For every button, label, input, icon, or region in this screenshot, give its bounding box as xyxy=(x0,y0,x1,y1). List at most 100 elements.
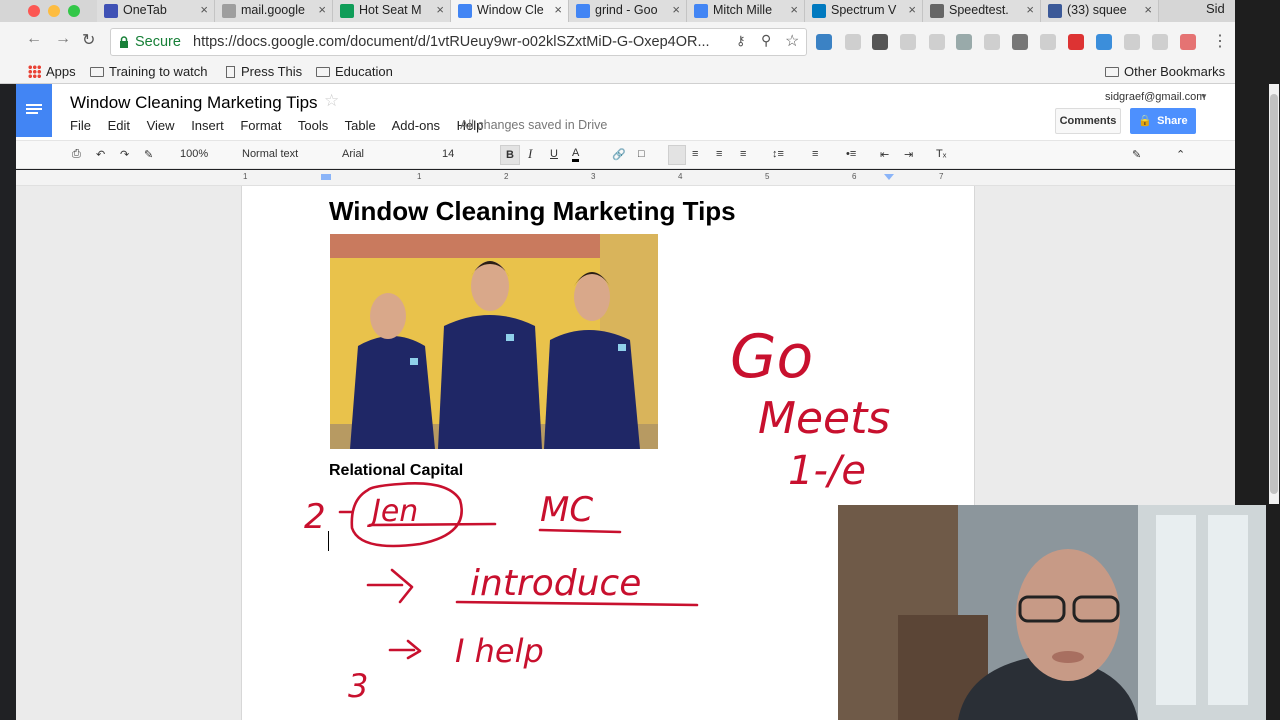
address-bar[interactable]: Secure https://docs.google.com/document/… xyxy=(110,28,807,56)
align-left-icon[interactable] xyxy=(668,145,686,165)
font-select[interactable]: Arial xyxy=(342,148,364,160)
docs-logo-icon[interactable] xyxy=(16,84,52,137)
extension-icon[interactable] xyxy=(956,34,972,50)
profile-name[interactable]: Sid xyxy=(1206,1,1225,16)
bold-icon[interactable]: B xyxy=(500,145,520,165)
browser-tab[interactable]: mail.google × xyxy=(215,0,333,22)
collapse-icon[interactable]: ⌃ xyxy=(1176,148,1185,161)
close-window-icon[interactable] xyxy=(28,5,40,17)
undo-icon[interactable]: ↶ xyxy=(96,148,105,161)
dropbox-icon[interactable] xyxy=(929,34,945,50)
bookmark-press-this[interactable]: Press This xyxy=(226,64,302,79)
calendar-extension-icon[interactable] xyxy=(816,34,832,50)
cast-icon[interactable] xyxy=(984,34,1000,50)
close-tab-icon[interactable]: × xyxy=(200,2,208,17)
align-center-icon[interactable]: ≡ xyxy=(692,148,698,160)
increase-indent-icon[interactable]: ⇥ xyxy=(904,148,913,161)
browser-tab[interactable]: Mitch Mille × xyxy=(687,0,805,22)
extension-icon[interactable] xyxy=(1124,34,1140,50)
justify-icon[interactable]: ≡ xyxy=(740,148,746,160)
extension-icon[interactable] xyxy=(1068,34,1084,50)
search-icon[interactable]: ⚲ xyxy=(761,32,771,49)
document-heading[interactable]: Window Cleaning Marketing Tips xyxy=(329,196,736,227)
link-icon[interactable]: 🔗 xyxy=(612,148,626,161)
menu-edit[interactable]: Edit xyxy=(108,118,130,133)
pocket-icon[interactable] xyxy=(872,34,888,50)
account-dropdown-icon[interactable]: ▼ xyxy=(1200,92,1208,101)
forward-icon[interactable]: → xyxy=(55,30,71,48)
close-tab-icon[interactable]: × xyxy=(672,2,680,17)
extension-icon[interactable] xyxy=(1012,34,1028,50)
extension-icon[interactable] xyxy=(1180,34,1196,50)
align-right-icon[interactable]: ≡ xyxy=(716,148,722,160)
doc-title[interactable]: Window Cleaning Marketing Tips xyxy=(70,93,318,113)
bookmark-training[interactable]: Training to watch xyxy=(90,64,208,79)
editing-mode-icon[interactable]: ✎ xyxy=(1132,148,1141,161)
italic-icon[interactable]: I xyxy=(528,146,532,162)
menu-file[interactable]: File xyxy=(70,118,91,133)
bookmark-education[interactable]: Education xyxy=(316,64,393,79)
browser-tab[interactable]: Hot Seat M × xyxy=(333,0,451,22)
menu-insert[interactable]: Insert xyxy=(191,118,224,133)
scrollbar[interactable] xyxy=(1269,84,1279,504)
zoom-window-icon[interactable] xyxy=(68,5,80,17)
back-icon[interactable]: ← xyxy=(26,30,42,48)
chrome-menu-icon[interactable]: ⋮ xyxy=(1212,31,1228,51)
close-tab-icon[interactable]: × xyxy=(436,2,444,17)
menu-view[interactable]: View xyxy=(147,118,175,133)
font-size-select[interactable]: 14 xyxy=(442,148,454,160)
browser-tab[interactable]: grind - Goo × xyxy=(569,0,687,22)
clear-formatting-icon[interactable]: Tₓ xyxy=(936,148,946,160)
underline-icon[interactable]: U xyxy=(550,148,558,160)
extension-icon[interactable] xyxy=(1040,34,1056,50)
save-status[interactable]: All changes saved in Drive xyxy=(460,118,607,132)
paint-format-icon[interactable]: ✎ xyxy=(144,148,153,161)
key-icon[interactable]: ⚷ xyxy=(736,33,746,49)
menu-addons[interactable]: Add-ons xyxy=(392,118,440,133)
account-email[interactable]: sidgraef@gmail.com xyxy=(1105,91,1205,103)
comments-button[interactable]: Comments xyxy=(1055,108,1121,134)
right-indent-marker-icon[interactable] xyxy=(884,174,894,180)
extension-icon[interactable] xyxy=(1152,34,1168,50)
extension-icon[interactable] xyxy=(900,34,916,50)
other-bookmarks[interactable]: Other Bookmarks xyxy=(1105,64,1225,79)
reload-icon[interactable]: ↻ xyxy=(82,30,95,50)
browser-tab[interactable]: Window Cle × xyxy=(451,0,569,22)
bulleted-list-icon[interactable]: •≡ xyxy=(846,148,856,160)
browser-tab[interactable]: (33) squee × xyxy=(1041,0,1159,22)
browser-tab[interactable]: Speedtest. × xyxy=(923,0,1041,22)
close-tab-icon[interactable]: × xyxy=(790,2,798,17)
line-spacing-icon[interactable]: ↕≡ xyxy=(772,148,784,160)
menu-format[interactable]: Format xyxy=(240,118,281,133)
url-text[interactable]: https://docs.google.com/document/d/1vtRU… xyxy=(193,34,710,50)
close-tab-icon[interactable]: × xyxy=(1026,2,1034,17)
comment-icon[interactable]: □ xyxy=(638,148,645,160)
browser-tab[interactable]: Spectrum V × xyxy=(805,0,923,22)
minimize-window-icon[interactable] xyxy=(48,5,60,17)
scrollbar-thumb[interactable] xyxy=(1270,94,1278,494)
menu-table[interactable]: Table xyxy=(345,118,376,133)
indent-marker-icon[interactable] xyxy=(321,174,331,180)
print-icon[interactable]: ⎙ xyxy=(72,148,81,161)
text-color-icon[interactable]: A xyxy=(572,148,580,162)
extension-icon[interactable] xyxy=(845,34,861,50)
star-icon[interactable]: ☆ xyxy=(785,31,799,51)
close-tab-icon[interactable]: × xyxy=(554,2,562,17)
style-select[interactable]: Normal text xyxy=(242,148,298,160)
star-doc-icon[interactable]: ☆ xyxy=(324,91,339,111)
close-tab-icon[interactable]: × xyxy=(1144,2,1152,17)
share-button[interactable]: 🔒 Share xyxy=(1130,108,1196,134)
bookmark-apps[interactable]: Apps xyxy=(28,64,76,79)
decrease-indent-icon[interactable]: ⇤ xyxy=(880,148,889,161)
menu-tools[interactable]: Tools xyxy=(298,118,328,133)
numbered-list-icon[interactable]: ≡ xyxy=(812,148,818,160)
extension-icon[interactable] xyxy=(1096,34,1112,50)
ruler[interactable]: 1 1 2 3 4 5 6 7 xyxy=(16,170,1235,186)
team-photo[interactable] xyxy=(330,234,658,449)
close-tab-icon[interactable]: × xyxy=(908,2,916,17)
close-tab-icon[interactable]: × xyxy=(318,2,326,17)
zoom-select[interactable]: 100% xyxy=(180,148,208,160)
redo-icon[interactable]: ↷ xyxy=(120,148,129,161)
section-heading[interactable]: Relational Capital xyxy=(329,462,463,480)
browser-tab[interactable]: OneTab × xyxy=(97,0,215,22)
